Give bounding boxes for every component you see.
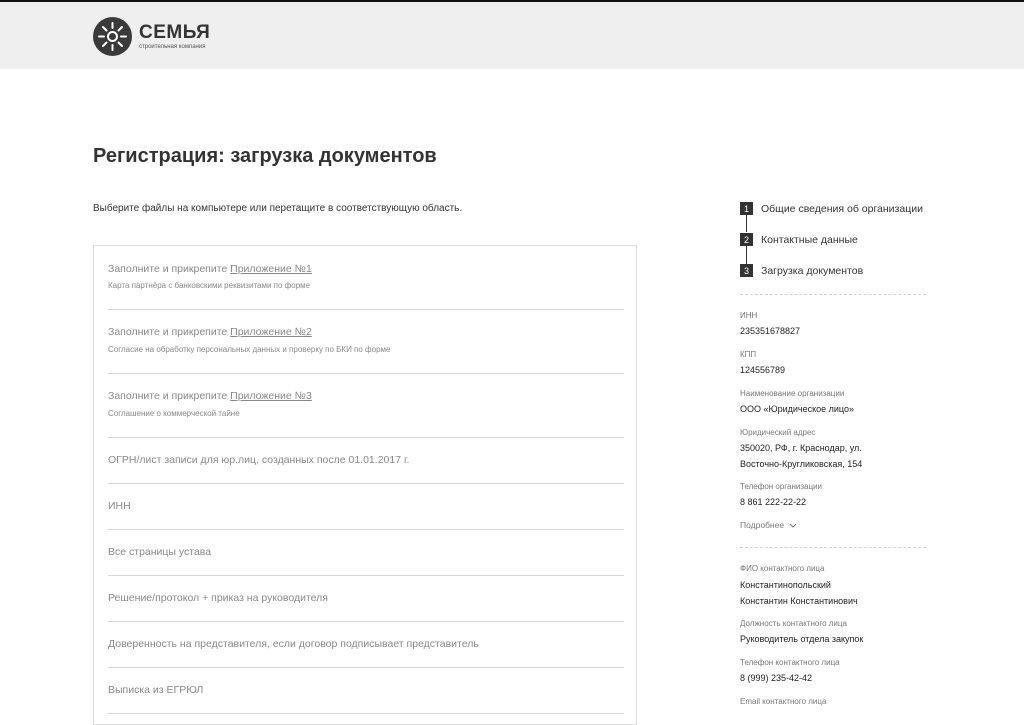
upload-slot-inn[interactable]: ИНН — [108, 483, 624, 530]
logo-name: СЕМЬЯ — [139, 22, 211, 43]
step-label: Загрузка документов — [761, 264, 864, 277]
logo[interactable]: СЕМЬЯ строительная компания — [93, 17, 210, 56]
upload-slot-prefix: Заполните и прикрепите — [108, 326, 231, 338]
step-label: Общие сведения об организации — [761, 202, 923, 215]
more-details-label: Подробнее — [740, 520, 785, 530]
upload-slot-label: Решение/протокол + приказ на руководител… — [108, 592, 328, 604]
step-contacts[interactable]: 2 Контактные данные — [740, 233, 858, 246]
upload-slot-prefix: Заполните и прикрепите — [108, 390, 231, 402]
page-title: Регистрация: загрузка документов — [93, 145, 437, 167]
inn-label: ИНН — [740, 311, 758, 320]
legal-address-label: Юридический адрес — [740, 428, 816, 437]
kpp-value: 124556789 — [740, 365, 786, 375]
contact-name-line-1: Константинопольский — [740, 580, 831, 590]
contact-name-label: ФИО контактного лица — [740, 564, 825, 573]
step-connector — [746, 245, 747, 264]
upload-slot-ogrn[interactable]: ОГРН/лист записи для юр.лиц, созданных п… — [108, 437, 624, 484]
appendix-1-link[interactable]: Приложение №1 — [230, 263, 312, 275]
upload-slot-charter[interactable]: Все страницы устава — [108, 529, 624, 576]
divider — [740, 294, 926, 295]
divider — [740, 547, 926, 548]
step-number: 2 — [740, 233, 753, 246]
contact-name-line-2: Константин Константинович — [740, 596, 858, 606]
upload-slot-label: ОГРН/лист записи для юр.лиц, созданных п… — [108, 454, 410, 466]
step-number: 3 — [740, 264, 753, 277]
step-connector — [746, 213, 747, 232]
contact-email-label: Email контактного лица — [740, 697, 827, 706]
upload-slot-label: Доверенность на представителя, если дого… — [108, 638, 479, 650]
org-phone-label: Телефон организации — [740, 482, 823, 491]
kpp-label: КПП — [740, 350, 757, 359]
org-name-label: Наименование организации — [740, 389, 845, 398]
step-label: Контактные данные — [761, 233, 858, 246]
upload-slot-description: Соглашение о коммерческой тайне — [108, 409, 240, 418]
step-general-info[interactable]: 1 Общие сведения об организации — [740, 202, 923, 215]
upload-slot-description: Согласие на обработку персональных данны… — [108, 345, 391, 354]
sun-logo-icon — [93, 17, 132, 56]
upload-slot-power-of-attorney[interactable]: Доверенность на представителя, если дого… — [108, 621, 624, 668]
upload-slot-prefix: Заполните и прикрепите — [108, 263, 231, 275]
more-details-toggle[interactable]: Подробнее — [740, 520, 797, 530]
logo-tagline: строительная компания — [139, 44, 206, 50]
upload-slot-description: Карта партнёра с банковскими реквизитами… — [108, 281, 311, 290]
appendix-3-link[interactable]: Приложение №3 — [230, 390, 312, 402]
legal-address-line-2: Восточно-Кругликовская, 154 — [740, 459, 863, 469]
upload-slot-director-order[interactable]: Решение/протокол + приказ на руководител… — [108, 575, 624, 622]
upload-slot-label: ИНН — [108, 500, 131, 512]
org-name-value: ООО «Юридическое лицо» — [740, 404, 854, 414]
step-number: 1 — [740, 202, 753, 215]
upload-slot-appendix-3[interactable]: Заполните и прикрепите Приложение №3 Сог… — [108, 373, 624, 438]
contact-phone-value: 8 (999) 235-42-42 — [740, 673, 813, 683]
appendix-2-link[interactable]: Приложение №2 — [230, 326, 312, 338]
site-header: СЕМЬЯ строительная компания — [0, 2, 1024, 69]
contact-position-value: Руководитель отдела закупок — [740, 634, 864, 644]
upload-slot-label: Выписка из ЕГРЮЛ — [108, 684, 204, 696]
upload-drop-area[interactable]: Заполните и прикрепите Приложение №1 Кар… — [93, 245, 637, 725]
org-phone-value: 8 861 222-22-22 — [740, 497, 807, 507]
upload-slot-label: Все страницы устава — [108, 546, 212, 558]
contact-position-label: Должность контактного лица — [740, 619, 847, 628]
upload-slot-appendix-1[interactable]: Заполните и прикрепите Приложение №1 Кар… — [108, 246, 624, 310]
legal-address-line-1: 350020, РФ, г. Краснодар, ул. — [740, 443, 862, 453]
contact-phone-label: Телефон контактного лица — [740, 658, 840, 667]
upload-slot-egrul[interactable]: Выписка из ЕГРЮЛ — [108, 667, 624, 714]
upload-slot-appendix-2[interactable]: Заполните и прикрепите Приложение №2 Сог… — [108, 309, 624, 374]
chevron-down-icon — [789, 523, 797, 528]
inn-value: 235351678827 — [740, 326, 801, 336]
upload-hint: Выберите файлы на компьютере или перетащ… — [93, 203, 463, 214]
step-documents[interactable]: 3 Загрузка документов — [740, 264, 863, 277]
